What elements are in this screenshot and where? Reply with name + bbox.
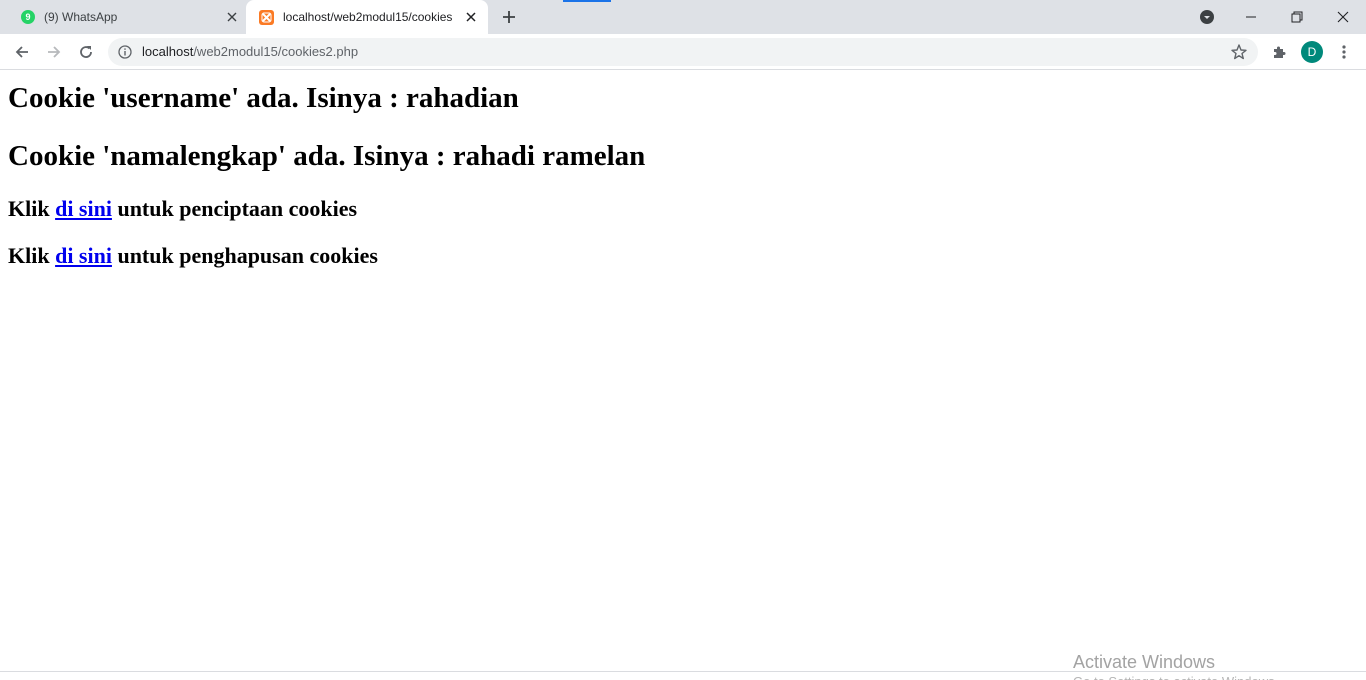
star-icon[interactable] <box>1230 43 1248 61</box>
line-prefix: Klik <box>8 243 56 268</box>
tab-search-icon <box>1200 10 1214 24</box>
url-text[interactable]: localhost/web2modul15/cookies2.php <box>142 44 358 60</box>
plus-icon <box>503 11 515 23</box>
delete-cookies-line: Klik di sini untuk penghapusan cookies <box>8 243 378 269</box>
tab-whatsapp[interactable]: 9 (9) WhatsApp <box>8 0 246 34</box>
xampp-icon <box>259 10 274 25</box>
restore-icon <box>1291 11 1303 23</box>
page-content: Cookie 'username' ada. Isinya : rahadian… <box>0 71 1366 671</box>
address-bar[interactable]: localhost/web2modul15/cookies2.php <box>108 38 1258 66</box>
browser-toolbar: localhost/web2modul15/cookies2.php D <box>0 34 1366 70</box>
heading-namalengkap-cookie: Cookie 'namalengkap' ada. Isinya : rahad… <box>8 140 646 172</box>
restore-button[interactable] <box>1274 0 1320 34</box>
arrow-right-icon <box>48 46 61 58</box>
back-button[interactable] <box>8 38 36 66</box>
reload-icon <box>80 46 92 58</box>
create-cookies-link[interactable]: di sini <box>55 196 112 221</box>
menu-button[interactable] <box>1330 38 1358 66</box>
line-prefix: Klik <box>8 196 56 221</box>
profile-avatar[interactable]: D <box>1301 41 1323 63</box>
tab-loading-indicator <box>563 0 611 2</box>
new-tab-button[interactable] <box>499 8 519 26</box>
tab-strip: 9 (9) WhatsApp localhost/web2modul15/coo… <box>0 0 1366 34</box>
close-icon[interactable] <box>463 9 479 25</box>
line-suffix: untuk penciptaan cookies <box>111 196 358 221</box>
puzzle-icon <box>1274 46 1286 58</box>
minimize-button[interactable] <box>1228 0 1274 34</box>
forward-button[interactable] <box>40 38 68 66</box>
close-icon <box>1337 11 1349 23</box>
url-path: /web2modul15/cookies2.php <box>193 44 359 59</box>
close-window-button[interactable] <box>1320 0 1366 34</box>
tab-localhost[interactable]: localhost/web2modul15/cookies <box>246 0 488 34</box>
delete-cookies-link[interactable]: di sini <box>55 243 112 268</box>
activate-windows-subtitle: Go to Settings to activate Windows. <box>1073 675 1278 680</box>
arrow-left-icon <box>15 46 28 58</box>
tab-search-button[interactable] <box>1198 8 1216 26</box>
url-host: localhost <box>142 44 194 59</box>
create-cookies-line: Klik di sini untuk penciptaan cookies <box>8 196 357 222</box>
tab-title: localhost/web2modul15/cookies <box>283 10 453 24</box>
reload-button[interactable] <box>72 38 100 66</box>
line-suffix: untuk penghapusan cookies <box>111 243 378 268</box>
close-icon[interactable] <box>224 9 240 25</box>
heading-username-cookie: Cookie 'username' ada. Isinya : rahadian <box>8 82 519 114</box>
activate-windows-watermark: Activate Windows <box>1073 652 1216 672</box>
minimize-icon <box>1246 16 1256 18</box>
info-icon[interactable] <box>118 45 132 59</box>
whatsapp-icon: 9 <box>21 10 35 24</box>
extensions-button[interactable] <box>1265 38 1293 66</box>
tab-title: (9) WhatsApp <box>44 10 118 24</box>
more-vert-icon <box>1342 45 1346 59</box>
